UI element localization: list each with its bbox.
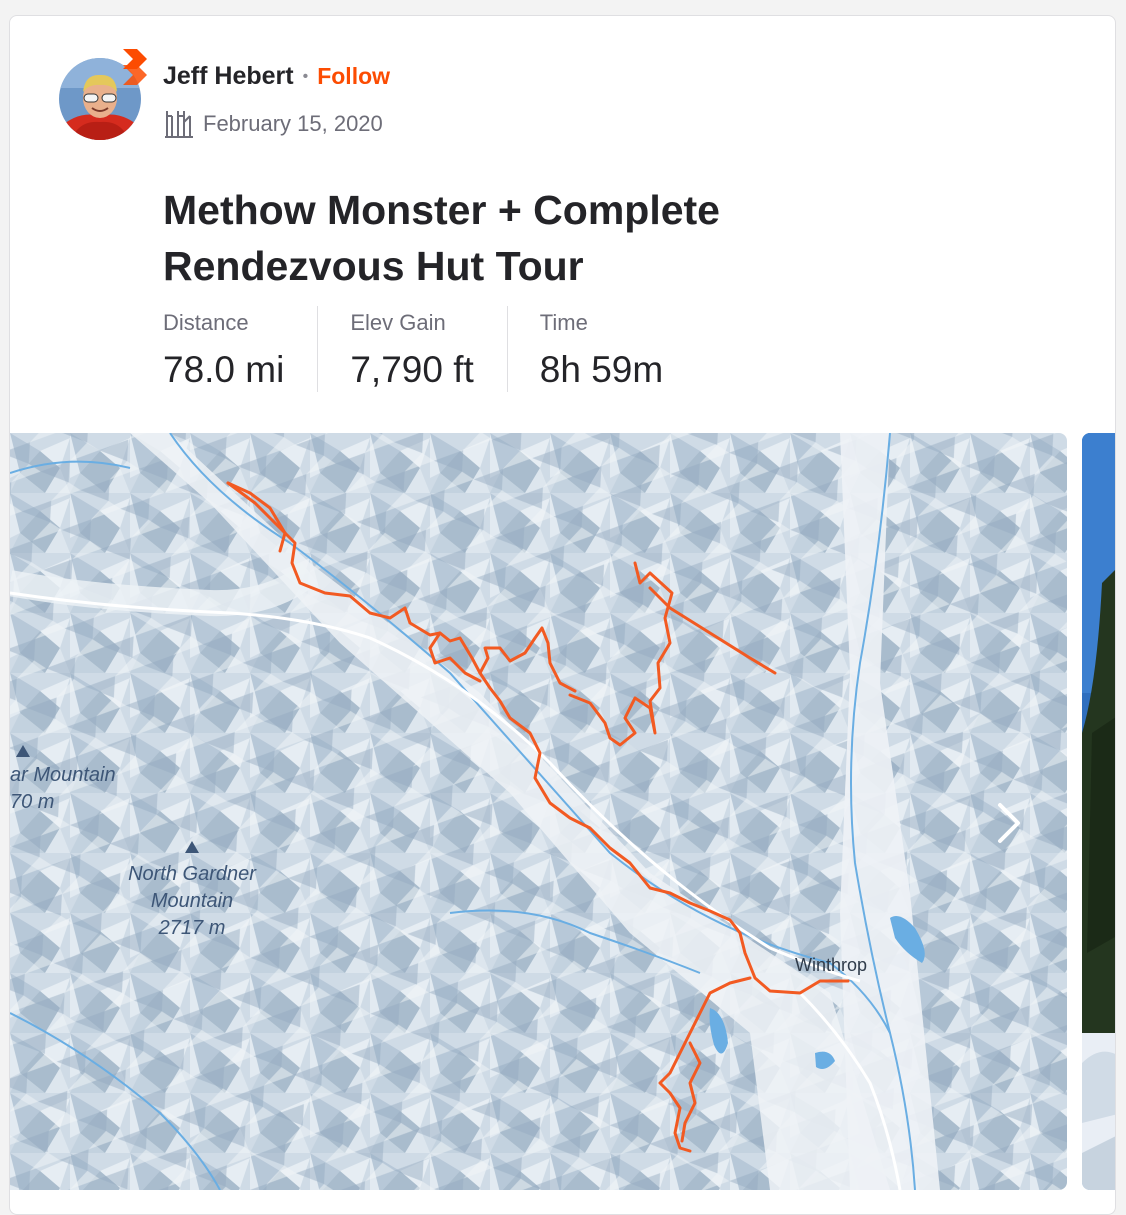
stat-value: 78.0 mi <box>163 349 285 390</box>
separator-dot: • <box>302 67 309 85</box>
subscriber-badge-icon <box>123 49 147 85</box>
peak-elevation: 70 m <box>10 791 55 813</box>
stat-label: Time <box>539 310 588 335</box>
activity-date: February 15, 2020 <box>203 111 383 136</box>
stat-elev-gain: Elev Gain 7,790 ft <box>317 306 506 392</box>
follow-button[interactable]: Follow <box>317 63 390 90</box>
stat-value: 7,790 ft <box>350 349 474 390</box>
stat-time: Time 8h 59m <box>506 306 696 392</box>
activity-title[interactable]: Methow Monster + Complete Rendezvous Hut… <box>163 182 923 294</box>
athlete-header: Jeff Hebert • Follow <box>163 62 390 91</box>
stat-distance: Distance 78.0 mi <box>163 306 317 392</box>
peak-name: North Gardner <box>128 863 256 885</box>
athlete-avatar-group[interactable] <box>59 49 151 148</box>
peak-marker-icon <box>185 841 199 853</box>
peak-elevation: 2717 m <box>158 917 226 939</box>
activity-card: Jeff Hebert • Follow February 15, 2020 M… <box>9 15 1116 1215</box>
peak-marker-icon <box>16 745 30 757</box>
map-canvas[interactable] <box>10 433 1067 1190</box>
town-label-winthrop: Winthrop <box>795 955 868 975</box>
route-map[interactable]: ar Mountain 70 m North Gardner Mountain … <box>10 433 1067 1190</box>
activity-meta: February 15, 2020 <box>163 108 383 140</box>
stat-label: Elev Gain <box>350 310 446 335</box>
peak-label-cut: ar Mountain 70 m <box>10 762 116 816</box>
chevron-right-icon[interactable] <box>986 795 1032 851</box>
peak-name-line2: Mountain <box>150 890 234 912</box>
nordic-ski-icon <box>165 111 193 138</box>
stat-label: Distance <box>163 310 249 335</box>
activity-photo-preview[interactable] <box>1082 433 1115 1190</box>
athlete-name[interactable]: Jeff Hebert <box>163 62 294 91</box>
peak-name: ar Mountain <box>10 764 116 786</box>
peak-label-north-gardner: North Gardner Mountain 2717 m <box>112 861 272 942</box>
stat-value: 8h 59m <box>539 349 664 390</box>
activity-stats: Distance 78.0 mi Elev Gain 7,790 ft Time… <box>163 306 696 392</box>
